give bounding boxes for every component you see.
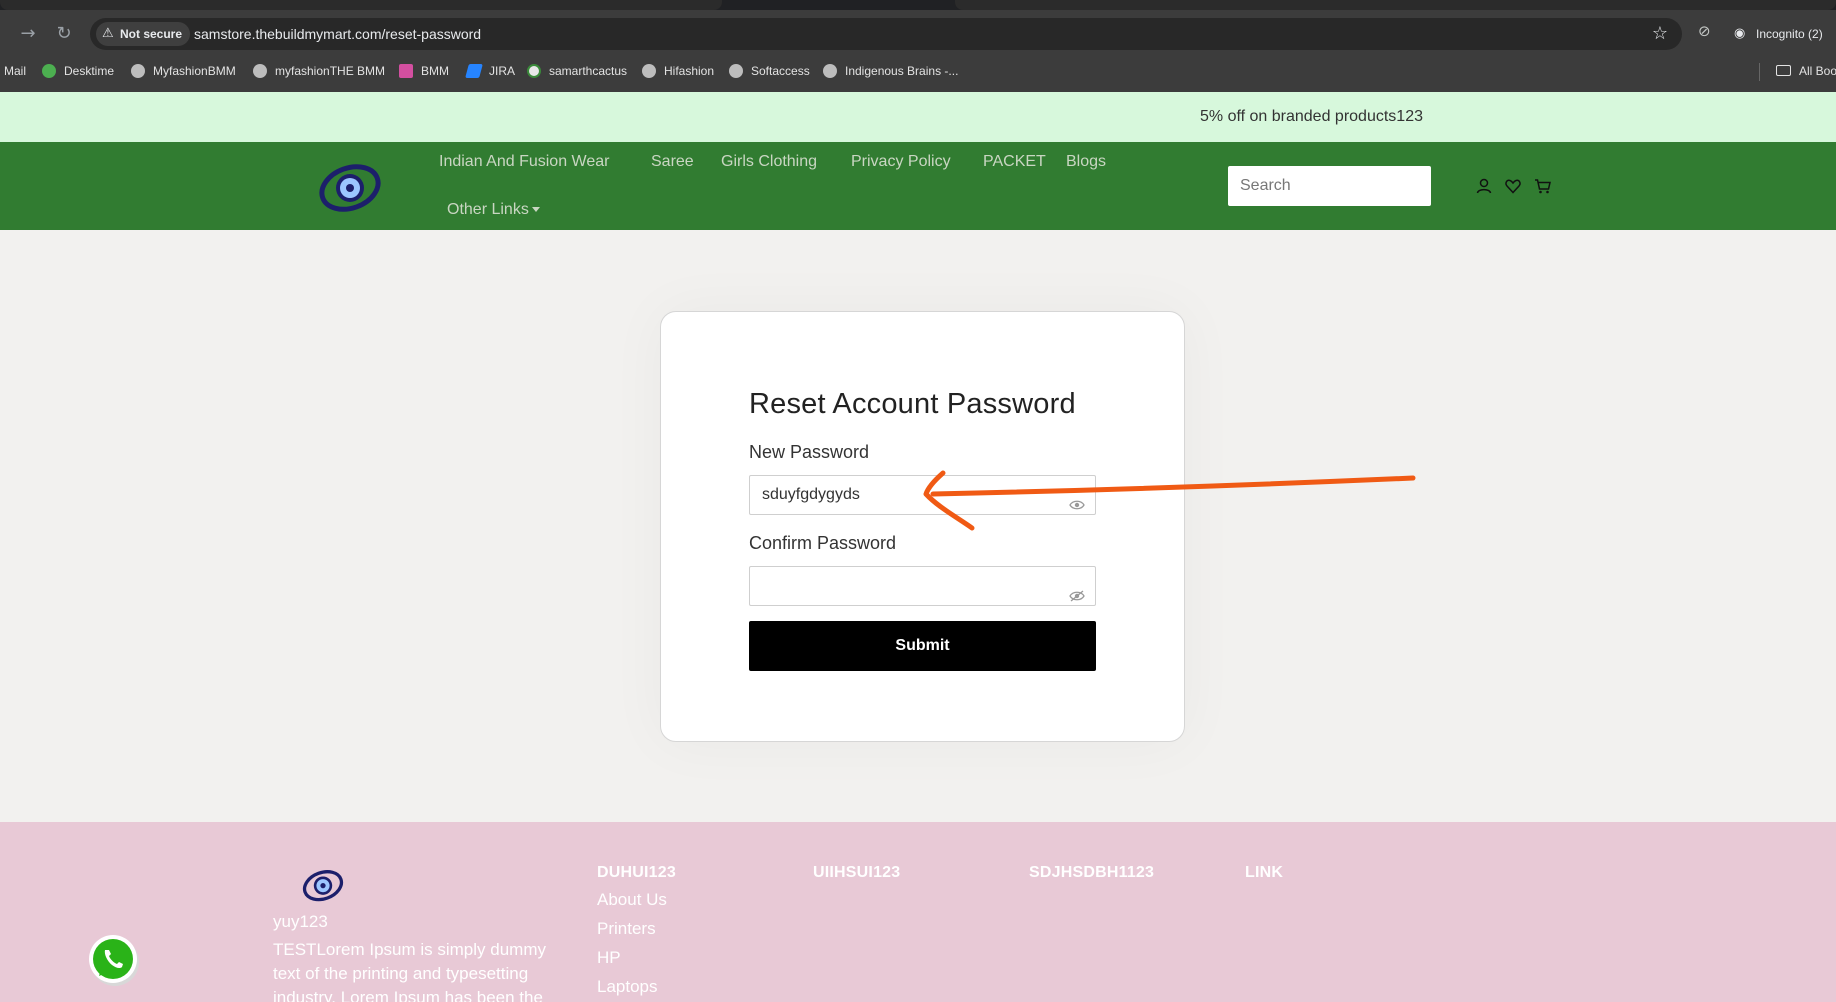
nav-link-saree[interactable]: Saree (651, 142, 694, 182)
cactus-icon (527, 64, 541, 78)
footer-column-heading: UIIHSUI123 (813, 864, 901, 881)
other-links-label: Other Links (447, 201, 529, 218)
new-password-input[interactable] (749, 475, 1096, 515)
announcement-bar: 5% off on branded products123 (0, 92, 1836, 142)
site-footer: yuy123 TESTLorem Ipsum is simply dummy t… (0, 822, 1836, 1002)
all-bookmarks[interactable]: All Boo (1776, 58, 1836, 84)
site-logo-icon[interactable] (318, 159, 382, 215)
bookmark-item[interactable]: MyfashionBMM (131, 58, 236, 84)
search-input[interactable] (1228, 166, 1431, 206)
globe-icon (642, 64, 656, 78)
profile-button[interactable]: ◉ Incognito (2) (1726, 20, 1829, 48)
url-text[interactable]: samstore.thebuildmymart.com/reset-passwo… (194, 18, 481, 50)
submit-button[interactable]: Submit (749, 621, 1096, 671)
heart-icon[interactable] (1503, 176, 1523, 196)
footer-column-heading: DUHUI123 (597, 864, 676, 881)
footer-link-about-us[interactable]: About Us (597, 890, 667, 910)
bookmark-item[interactable]: JIRA (465, 58, 515, 84)
bookmarks-bar: Mail Desktime MyfashionBMM myfashionTHE … (0, 58, 1836, 84)
address-bar[interactable]: ⚠ Not secure samstore.thebuildmymart.com… (90, 18, 1682, 50)
forward-icon[interactable]: → (16, 22, 40, 46)
globe-icon (131, 64, 145, 78)
footer-logo-icon (302, 870, 344, 902)
nav-link-blogs[interactable]: Blogs (1066, 142, 1106, 182)
confirm-password-input[interactable] (749, 566, 1096, 606)
confirm-password-label: Confirm Password (749, 533, 897, 553)
user-icon[interactable] (1474, 176, 1494, 196)
bookmarks-divider (1759, 63, 1760, 81)
nav-link-packet[interactable]: PACKET (983, 142, 1046, 182)
profile-label: Incognito (2) (1756, 27, 1823, 41)
bookmark-item[interactable]: samarthcactus (527, 58, 627, 84)
tab[interactable] (0, 0, 722, 10)
tab-strip (0, 0, 1836, 10)
security-label: Not secure (120, 27, 183, 41)
globe-icon (729, 64, 743, 78)
reset-password-card: Reset Account Password New Password Conf… (660, 311, 1185, 742)
desktime-icon (42, 64, 56, 78)
bookmark-item[interactable]: Softaccess (729, 58, 810, 84)
globe-icon (253, 64, 267, 78)
browser-chrome: → ↻ ⚠ Not secure samstore.thebuildmymart… (0, 0, 1836, 92)
extension-icon[interactable]: ⊘ (1698, 22, 1711, 40)
reload-icon[interactable]: ↻ (52, 22, 76, 46)
bookmark-star-icon[interactable]: ☆ (1652, 18, 1668, 50)
nav-link-girls-clothing[interactable]: Girls Clothing (721, 142, 817, 182)
warning-icon: ⚠ (102, 26, 114, 41)
nav-link-indian-fusion-wear[interactable]: Indian And Fusion Wear (439, 142, 609, 182)
security-chip[interactable]: ⚠ Not secure (96, 22, 191, 46)
nav-other-links-dropdown[interactable]: Other Links (447, 190, 540, 230)
whatsapp-icon[interactable] (86, 932, 142, 988)
bmm-icon (399, 64, 413, 78)
footer-link-laptops[interactable]: Laptops (597, 977, 658, 997)
footer-link-printers[interactable]: Printers (597, 919, 656, 939)
incognito-icon: ◉ (1734, 26, 1746, 41)
jira-icon (465, 64, 483, 78)
site-header: Indian And Fusion Wear Saree Girls Cloth… (0, 142, 1836, 230)
nav-link-privacy-policy[interactable]: Privacy Policy (851, 142, 951, 182)
announcement-text: 5% off on branded products123 (1200, 108, 1423, 125)
page-title: Reset Account Password (749, 388, 1076, 420)
new-password-label: New Password (749, 442, 870, 462)
bookmark-item[interactable]: BMM (399, 58, 449, 84)
bookmark-item[interactable]: Desktime (42, 58, 114, 84)
eye-slash-icon[interactable] (1069, 590, 1085, 602)
globe-icon (823, 64, 837, 78)
bookmark-item[interactable]: myfashionTHE BMM (253, 58, 385, 84)
footer-brand-name: yuy123 (273, 912, 328, 931)
cart-icon[interactable] (1533, 176, 1553, 196)
footer-link-hp[interactable]: HP (597, 948, 621, 968)
caret-down-icon (531, 207, 540, 212)
bookmark-item[interactable]: Mail (4, 58, 26, 84)
folder-icon (1776, 65, 1791, 76)
eye-icon[interactable] (1069, 499, 1085, 511)
bookmark-item[interactable]: Hifashion (642, 58, 714, 84)
footer-column-heading: LINK (1245, 864, 1284, 881)
footer-description: TESTLorem Ipsum is simply dummy text of … (273, 940, 546, 1002)
bookmark-item[interactable]: Indigenous Brains -... (823, 58, 958, 84)
footer-column-heading: SDJHSDBH1123 (1029, 864, 1155, 881)
tab[interactable] (955, 0, 1836, 10)
